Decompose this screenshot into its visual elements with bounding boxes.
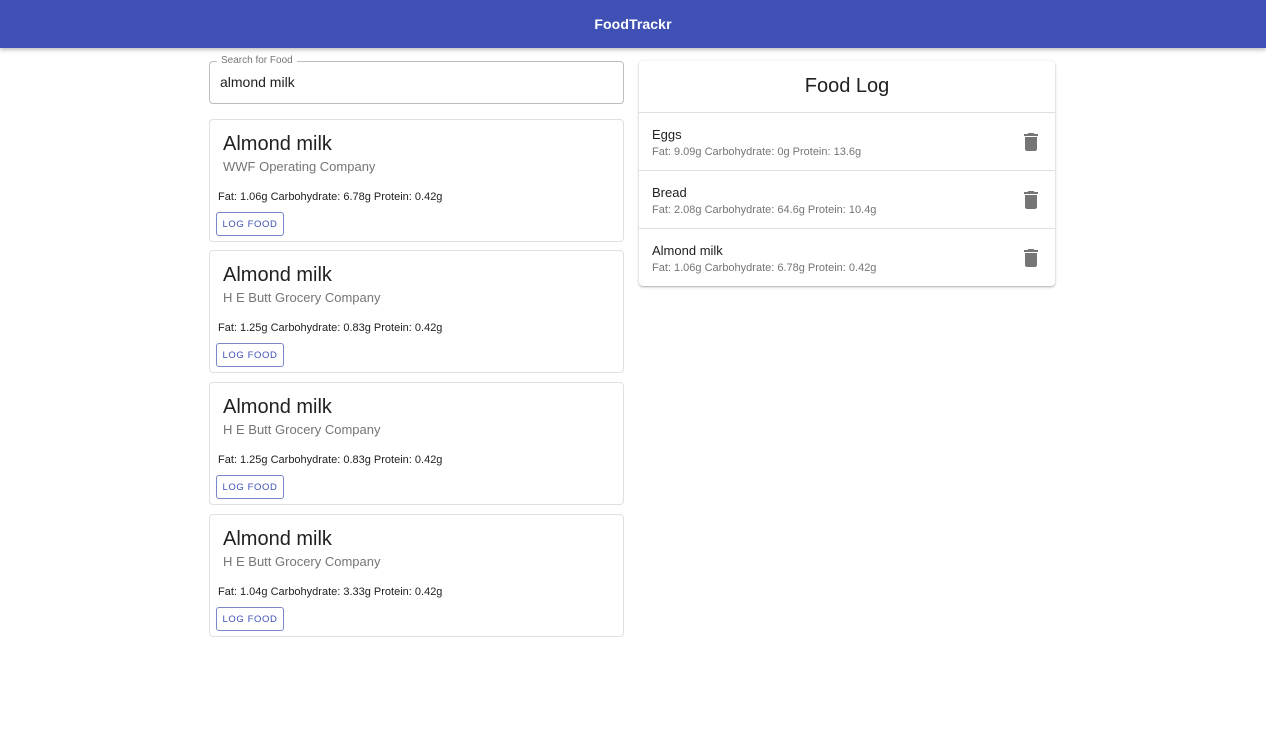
result-card: Almond milk H E Butt Grocery Company Fat…	[209, 250, 624, 373]
result-macros: Fat: 1.25g Carbohydrate: 0.83g Protein: …	[218, 322, 443, 334]
result-macros: Fat: 1.25g Carbohydrate: 0.83g Protein: …	[218, 454, 443, 466]
result-brand: WWF Operating Company	[223, 159, 376, 174]
result-card: Almond milk H E Butt Grocery Company Fat…	[209, 514, 624, 637]
result-title: Almond milk	[223, 264, 332, 286]
result-title: Almond milk	[223, 396, 332, 418]
result-macros: Fat: 1.06g Carbohydrate: 6.78g Protein: …	[218, 191, 443, 203]
log-food-button[interactable]: LOG FOOD	[216, 475, 284, 499]
result-card: Almond milk H E Butt Grocery Company Fat…	[209, 382, 624, 505]
food-log-title: Food Log	[804, 75, 890, 97]
food-log-item: Eggs Fat: 9.09g Carbohydrate: 0g Protein…	[639, 113, 1055, 171]
trash-icon	[1024, 191, 1038, 209]
app-title: FoodTrackr	[594, 16, 672, 32]
result-card: Almond milk WWF Operating Company Fat: 1…	[209, 119, 624, 242]
search-field[interactable]: Search for Food	[209, 55, 624, 104]
result-title: Almond milk	[223, 133, 332, 155]
food-log-item-name: Almond milk	[652, 243, 723, 258]
result-brand: H E Butt Grocery Company	[223, 290, 381, 305]
result-brand: H E Butt Grocery Company	[223, 422, 381, 437]
app-bar: FoodTrackr	[0, 0, 1266, 48]
search-label: Search for Food	[217, 55, 297, 67]
food-log-header: Food Log	[639, 61, 1055, 113]
food-log-panel: Food Log Eggs Fat: 9.09g Carbohydrate: 0…	[639, 61, 1055, 286]
result-macros: Fat: 1.04g Carbohydrate: 3.33g Protein: …	[218, 586, 443, 598]
food-log-item-macros: Fat: 9.09g Carbohydrate: 0g Protein: 13.…	[652, 146, 862, 158]
food-log-item-macros: Fat: 2.08g Carbohydrate: 64.6g Protein: …	[652, 204, 877, 216]
log-food-button[interactable]: LOG FOOD	[216, 607, 284, 631]
result-brand: H E Butt Grocery Company	[223, 554, 381, 569]
log-food-button[interactable]: LOG FOOD	[216, 343, 284, 367]
food-log-item-name: Bread	[652, 185, 687, 200]
delete-button[interactable]	[1019, 130, 1043, 154]
log-food-button[interactable]: LOG FOOD	[216, 212, 284, 236]
food-log-item-macros: Fat: 1.06g Carbohydrate: 6.78g Protein: …	[652, 262, 877, 274]
trash-icon	[1024, 249, 1038, 267]
food-log-item: Bread Fat: 2.08g Carbohydrate: 64.6g Pro…	[639, 171, 1055, 229]
food-log-item: Almond milk Fat: 1.06g Carbohydrate: 6.7…	[639, 229, 1055, 286]
result-title: Almond milk	[223, 528, 332, 550]
delete-button[interactable]	[1019, 188, 1043, 212]
delete-button[interactable]	[1019, 246, 1043, 270]
food-log-item-name: Eggs	[652, 127, 682, 142]
trash-icon	[1024, 133, 1038, 151]
search-input[interactable]	[220, 74, 610, 90]
